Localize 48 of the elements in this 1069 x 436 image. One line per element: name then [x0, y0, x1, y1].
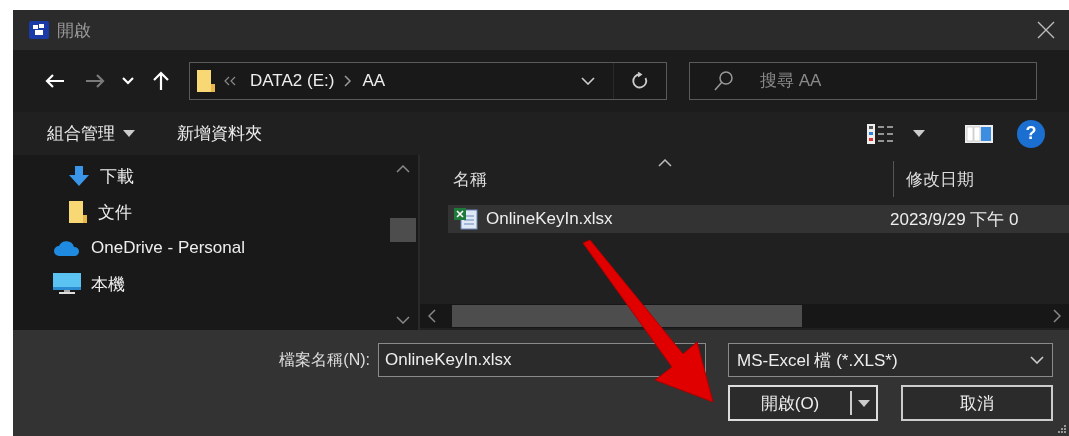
- dropdown-icon: [581, 77, 595, 85]
- spreadsheet-file-icon: [454, 208, 478, 230]
- address-bar[interactable]: DATA2 (E:) AA: [189, 62, 667, 100]
- breadcrumb[interactable]: AA: [362, 71, 386, 91]
- sidebar-item[interactable]: OneDrive - Personal: [13, 230, 388, 266]
- view-options-icon[interactable]: [867, 123, 895, 144]
- search-field[interactable]: 搜尋 AA: [689, 62, 1037, 100]
- chevron-right-icon: [344, 75, 353, 87]
- cancel-button[interactable]: 取消: [901, 385, 1053, 421]
- filename-label: 檔案名稱(N):: [279, 349, 371, 370]
- sidebar-item[interactable]: 本機: [13, 266, 388, 302]
- scroll-up-icon[interactable]: [396, 165, 410, 173]
- close-icon[interactable]: [1037, 21, 1055, 39]
- folder-icon: [196, 69, 216, 93]
- monitor-icon: [53, 273, 81, 295]
- sidebar-item[interactable]: 下載: [13, 158, 388, 194]
- view-dropdown-icon[interactable]: [913, 130, 925, 137]
- breadcrumb[interactable]: DATA2 (E:): [250, 71, 335, 91]
- refresh-icon[interactable]: [631, 72, 649, 90]
- new-folder-button[interactable]: 新增資料夾: [177, 122, 262, 145]
- app-icon: [29, 21, 49, 39]
- sidebar-item[interactable]: 文件: [13, 194, 388, 230]
- search-icon: [713, 70, 735, 92]
- window-title: 開啟: [57, 19, 92, 42]
- cloud-icon: [53, 240, 81, 256]
- scroll-right-icon: [1053, 309, 1061, 323]
- column-header[interactable]: 修改日期: [893, 161, 1069, 197]
- file-name: OnlineKeyIn.xlsx: [486, 209, 613, 229]
- scroll-down-icon[interactable]: [396, 316, 410, 324]
- document-folder-icon: [68, 200, 88, 224]
- modified-date: 2023/9/29 下午 0: [890, 208, 1019, 231]
- caret-down-icon: [858, 399, 870, 407]
- help-button[interactable]: ?: [1017, 119, 1045, 148]
- column-header[interactable]: 名稱: [420, 155, 893, 203]
- organize-menu[interactable]: 組合管理: [47, 122, 135, 145]
- file-type-dropdown[interactable]: MS-Excel 檔 (*.XLS*): [728, 343, 1053, 377]
- horizontal-scrollbar[interactable]: [420, 304, 1069, 328]
- double-chevron-icon: [224, 76, 236, 86]
- scroll-left-icon: [428, 309, 436, 323]
- file-row[interactable]: OnlineKeyIn.xlsx 2023/9/29 下午 0: [448, 205, 1069, 233]
- open-button[interactable]: 開啟(O): [728, 385, 878, 421]
- dropdown-icon: [1030, 356, 1044, 364]
- resize-grip-icon[interactable]: [1056, 423, 1066, 433]
- preview-pane-icon[interactable]: [965, 124, 993, 143]
- scroll-thumb[interactable]: [452, 305, 802, 327]
- caret-down-icon: [123, 130, 135, 137]
- download-arrow-icon: [68, 165, 90, 187]
- scroll-thumb[interactable]: [390, 218, 416, 242]
